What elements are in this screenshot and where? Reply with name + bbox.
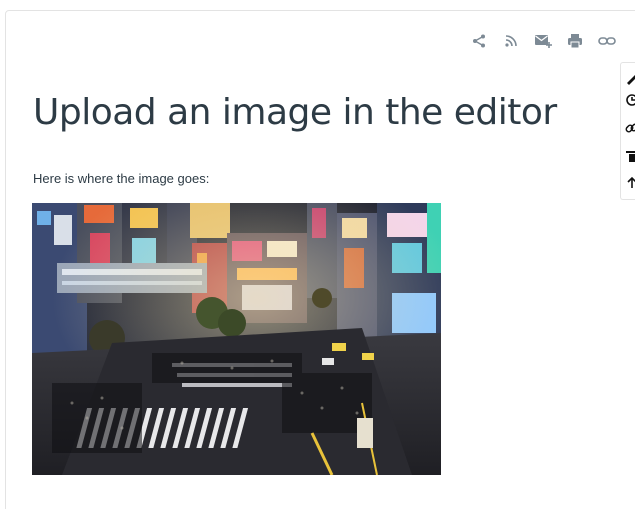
link-icon[interactable] (596, 32, 618, 50)
body-text: Here is where the image goes: (33, 171, 210, 186)
print-icon[interactable] (564, 32, 586, 50)
email-add-icon[interactable] (532, 32, 554, 50)
link-icon[interactable] (625, 121, 635, 135)
share-icon[interactable] (468, 32, 490, 50)
up-arrow-icon[interactable] (625, 175, 635, 189)
page-title: Upload an image in the editor (33, 92, 557, 133)
side-tools-panel (620, 62, 635, 200)
rss-icon[interactable] (500, 32, 522, 50)
history-icon[interactable] (625, 93, 635, 107)
delete-icon[interactable] (625, 149, 635, 163)
page-toolbar (468, 32, 618, 50)
photo-illustration (32, 203, 441, 475)
city-crossing-photo (32, 203, 441, 475)
page: Upload an image in the editor Here is wh… (0, 0, 635, 509)
edit-icon[interactable] (625, 71, 635, 85)
